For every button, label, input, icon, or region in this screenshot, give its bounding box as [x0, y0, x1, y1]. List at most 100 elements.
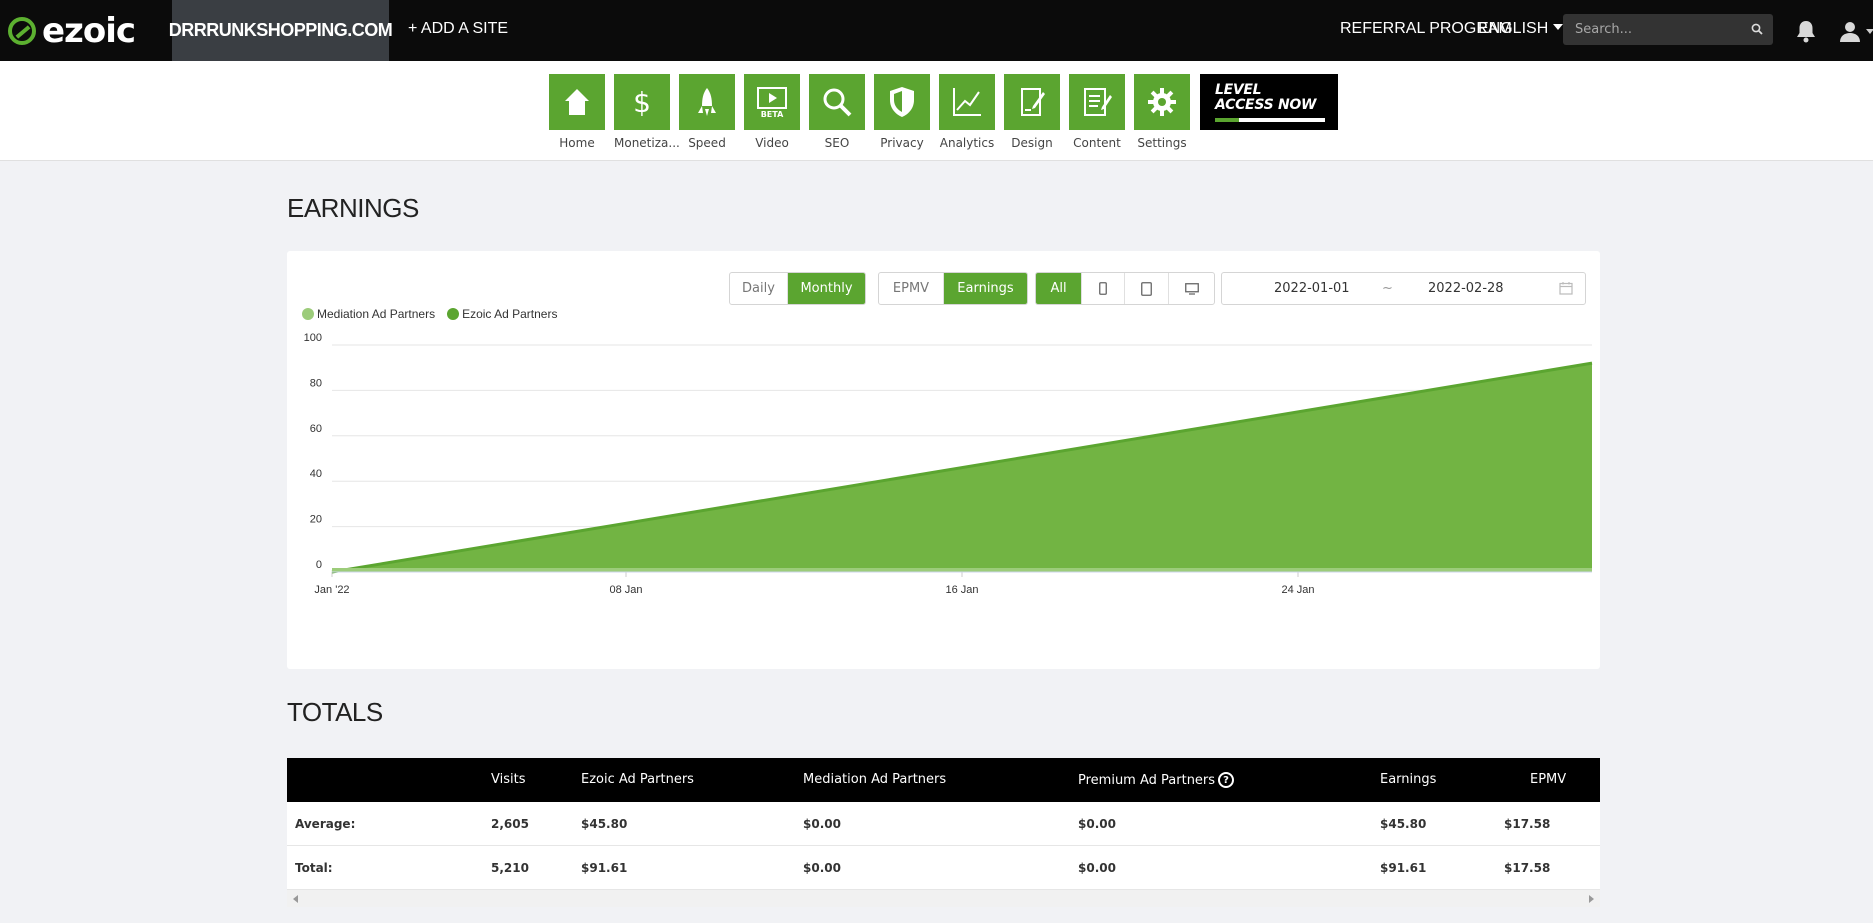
cell-earnings: $45.80 [1380, 817, 1427, 831]
nav-video-tile[interactable]: BETA [744, 74, 800, 130]
level-progress-fill [1215, 118, 1240, 122]
legend-label: Mediation Ad Partners [317, 307, 436, 321]
earnings-heading: EARNINGS [287, 193, 419, 223]
cell-ezoic: $91.61 [581, 861, 628, 875]
nav-design[interactable]: Design [1004, 74, 1060, 150]
notification-bell-icon[interactable] [1795, 19, 1817, 43]
search-box[interactable] [1563, 14, 1773, 45]
nav-privacy[interactable]: Privacy [874, 74, 930, 150]
shield-icon [890, 87, 914, 117]
chart-legend: Mediation Ad Partners Ezoic Ad Partners [302, 307, 569, 321]
nav-monetization-tile[interactable]: $ [614, 74, 670, 130]
calendar-icon[interactable] [1559, 281, 1573, 295]
home-icon [565, 89, 589, 115]
search-input[interactable] [1563, 14, 1773, 45]
row-label: Total: [295, 861, 333, 875]
col-header-visits: Visits [491, 772, 526, 787]
cell-mediation: $0.00 [803, 817, 841, 831]
desktop-device-button[interactable] [1169, 273, 1214, 304]
level-progress-bar [1215, 118, 1325, 122]
cell-ezoic: $45.80 [581, 817, 628, 831]
nav-settings[interactable]: Settings [1134, 74, 1190, 150]
x-tick-label: Jan '22 [314, 584, 349, 596]
tablet-device-button[interactable] [1125, 273, 1169, 304]
mobile-device-button[interactable] [1082, 273, 1125, 304]
row-label: Average: [295, 817, 356, 831]
help-question-icon[interactable]: ? [1218, 772, 1235, 788]
user-menu-caret-icon[interactable] [1866, 29, 1873, 34]
metric-toggle: EPMV Earnings [878, 272, 1028, 305]
legend-item-ezoic[interactable]: Ezoic Ad Partners [447, 307, 557, 321]
video-beta-badge: BETA [761, 110, 784, 119]
x-tick-label: 08 Jan [609, 584, 642, 596]
col-header-earnings: Earnings [1380, 772, 1437, 787]
period-toggle: Daily Monthly [729, 272, 866, 305]
nav-label: Content [1073, 136, 1121, 150]
y-tick-label: 60 [310, 423, 322, 435]
nav-settings-tile[interactable] [1134, 74, 1190, 130]
y-tick-label: 20 [310, 514, 322, 526]
date-from[interactable]: 2022-01-01 [1274, 281, 1350, 296]
date-range-picker[interactable]: 2022-01-01 ~ 2022-02-28 [1221, 272, 1586, 305]
totals-table: Visits Ezoic Ad Partners Mediation Ad Pa… [287, 758, 1600, 890]
legend-dot [302, 308, 314, 320]
video-icon: BETA [757, 87, 787, 119]
legend-dot [447, 308, 460, 320]
nav-label: Video [755, 136, 789, 150]
cell-earnings: $91.61 [1380, 861, 1427, 875]
table-horizontal-scrollbar[interactable] [287, 890, 1600, 907]
nav-design-tile[interactable] [1004, 74, 1060, 130]
nav-label: Design [1011, 136, 1053, 150]
col-header-premium-label: Premium Ad Partners [1078, 772, 1216, 788]
nav-label: Settings [1137, 136, 1187, 150]
earnings-button[interactable]: Earnings [944, 273, 1027, 304]
dollar-icon: $ [633, 86, 651, 119]
rocket-icon [698, 88, 716, 116]
line-chart-icon [953, 88, 981, 116]
nav-analytics-tile[interactable] [939, 74, 995, 130]
nav-content-tile[interactable] [1069, 74, 1125, 130]
nav-video[interactable]: BETA Video [744, 74, 800, 150]
nav-label: Speed [688, 136, 726, 150]
nav-label: SEO [824, 136, 850, 150]
device-toggle: All [1035, 272, 1215, 305]
scroll-right-arrow-icon[interactable] [1589, 895, 1594, 903]
legend-item-mediation[interactable]: Mediation Ad Partners [302, 307, 435, 321]
level-banner-text: LEVEL ACCESS NOW [1215, 83, 1316, 113]
nav-label: Analytics [939, 136, 995, 150]
site-selector-tab[interactable]: DRRRUNKSHOPPING.COM [169, 0, 393, 61]
nav-analytics[interactable]: Analytics [939, 74, 995, 150]
nav-content[interactable]: Content [1069, 74, 1125, 150]
design-icon [1021, 88, 1045, 116]
daily-button[interactable]: Daily [730, 273, 788, 304]
search-icon[interactable] [1751, 23, 1763, 35]
nav-label: Home [559, 136, 595, 150]
monthly-button[interactable]: Monthly [788, 273, 865, 304]
nav-speed-tile[interactable] [679, 74, 735, 130]
table-row: Total: 5,210 $91.61 $0.00 $0.00 $91.61 $… [287, 846, 1600, 890]
ezoic-logo[interactable]: ezoic [8, 13, 136, 49]
epmv-button[interactable]: EPMV [879, 273, 944, 304]
scroll-left-arrow-icon[interactable] [293, 895, 298, 903]
nav-home-tile[interactable] [549, 74, 605, 130]
svg-text:$: $ [633, 86, 651, 119]
nav-monetization[interactable]: $ Monetiza... [614, 74, 680, 150]
col-header-ezoic-ad-partners: Ezoic Ad Partners [581, 772, 694, 787]
nav-seo[interactable]: SEO [809, 74, 865, 150]
language-dropdown[interactable]: ENGLISH [1478, 20, 1564, 38]
nav-privacy-tile[interactable] [874, 74, 930, 130]
user-avatar-icon[interactable] [1838, 19, 1862, 43]
level-banner-line2: ACCESS NOW [1215, 97, 1317, 113]
chevron-down-icon [1553, 24, 1564, 30]
nav-speed[interactable]: Speed [679, 74, 735, 150]
nav-seo-tile[interactable] [809, 74, 865, 130]
level-access-banner[interactable]: LEVEL ACCESS NOW [1200, 74, 1338, 130]
x-tick-label: 24 Jan [1281, 584, 1314, 596]
mobile-phone-icon [1099, 282, 1107, 295]
cell-mediation: $0.00 [803, 861, 841, 875]
y-tick-label: 80 [310, 377, 322, 389]
add-site-link[interactable]: + ADD A SITE [408, 20, 508, 38]
all-devices-button[interactable]: All [1036, 273, 1082, 304]
date-to[interactable]: 2022-02-28 [1428, 281, 1504, 296]
nav-home[interactable]: Home [549, 74, 605, 150]
